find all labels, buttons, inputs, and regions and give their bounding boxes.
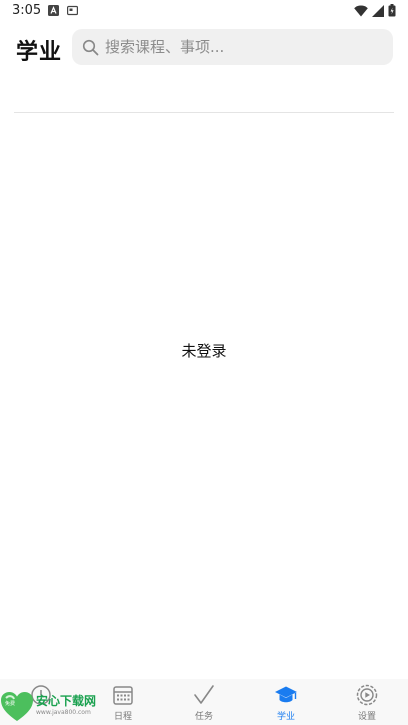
watermark-name: 安心下载网 (36, 694, 97, 708)
tab-settings[interactable]: 设置 (326, 679, 408, 725)
page-title: 学业 (16, 40, 63, 65)
status-time: 3:05 (12, 3, 42, 18)
tab-label: 学业 (276, 712, 295, 722)
search-input[interactable] (105, 29, 385, 65)
search-box[interactable] (72, 29, 393, 65)
heart-logo-icon (1, 692, 33, 721)
status-notification-icons (48, 5, 78, 16)
not-logged-in-message: 未登录 (181, 342, 227, 360)
tab-label: 设置 (357, 712, 376, 722)
calendar-icon (113, 686, 133, 705)
gear-icon (356, 684, 378, 706)
header-divider (14, 112, 394, 113)
watermark-url: www.java800.com (36, 709, 91, 716)
header: 学业 (0, 28, 408, 68)
wifi-icon (354, 5, 368, 17)
watermark-logo: 免费 安心下载网 www.java800.com (0, 688, 104, 724)
card-notification-icon (67, 5, 78, 16)
status-bar: 3:05 (0, 0, 408, 24)
search-icon (82, 39, 99, 56)
status-system-icons (354, 4, 396, 17)
tab-label: 任务 (194, 712, 213, 722)
signal-icon (372, 4, 384, 17)
graduation-cap-icon (275, 686, 297, 703)
battery-icon (388, 4, 396, 17)
checkmark-icon (194, 685, 214, 704)
watermark-badge: 免费 (5, 701, 16, 707)
tab-academics[interactable]: 学业 (245, 679, 327, 725)
a-notification-icon (48, 5, 59, 16)
tab-tasks[interactable]: 任务 (163, 679, 245, 725)
